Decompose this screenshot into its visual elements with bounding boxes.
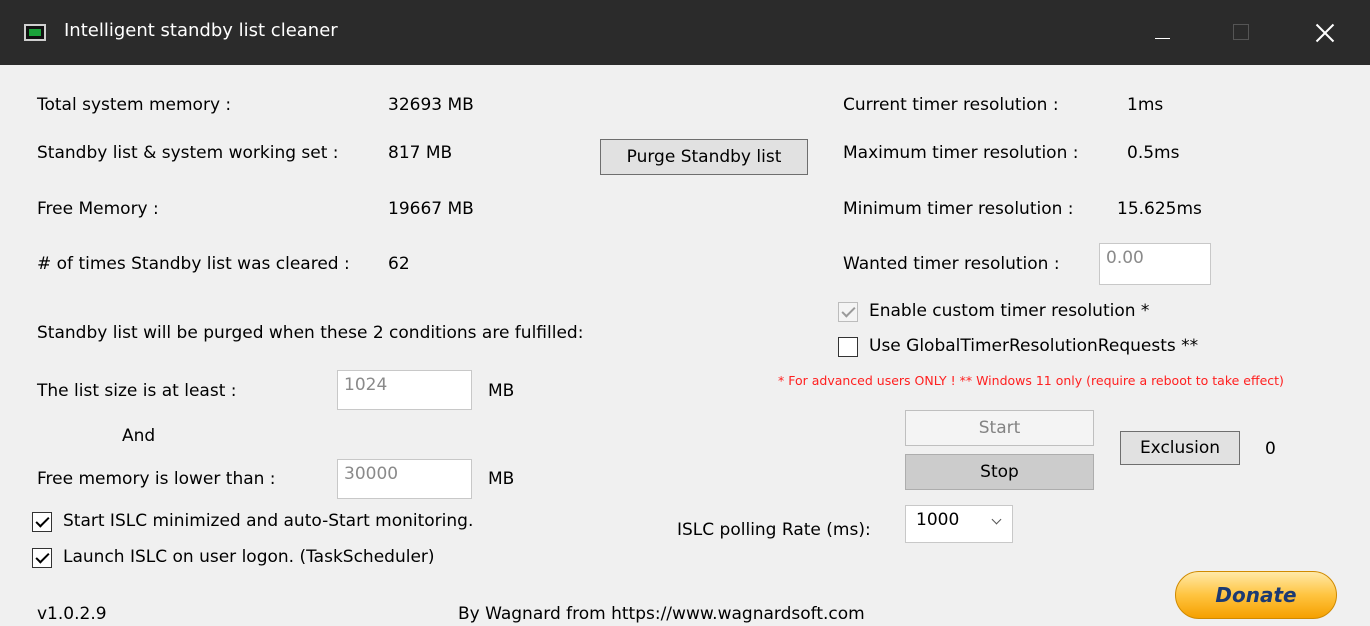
list-size-input[interactable]: 1024 bbox=[337, 370, 472, 410]
title-bar: Intelligent standby list cleaner bbox=[0, 0, 1370, 65]
start-minimized-checkbox[interactable] bbox=[32, 512, 52, 532]
polling-rate-select[interactable]: 1000 bbox=[905, 505, 1013, 543]
version-label: v1.0.2.9 bbox=[37, 604, 107, 624]
app-icon bbox=[24, 24, 46, 41]
times-cleared-label: # of times Standby list was cleared : bbox=[37, 254, 350, 274]
polling-rate-label: ISLC polling Rate (ms): bbox=[677, 520, 871, 540]
free-memory-threshold-input[interactable]: 30000 bbox=[337, 459, 472, 499]
free-memory-threshold-unit: MB bbox=[488, 469, 515, 489]
current-timer-value: 1ms bbox=[1127, 95, 1164, 115]
credit-label: By Wagnard from https://www.wagnardsoft.… bbox=[458, 604, 865, 624]
maximize-button bbox=[1211, 0, 1271, 65]
and-label: And bbox=[122, 426, 156, 446]
minimum-timer-value: 15.625ms bbox=[1117, 199, 1202, 219]
close-button[interactable] bbox=[1295, 0, 1355, 65]
free-memory-value: 19667 MB bbox=[388, 199, 474, 219]
exclusion-count: 0 bbox=[1265, 439, 1276, 459]
total-memory-label: Total system memory : bbox=[37, 95, 232, 115]
polling-rate-value: 1000 bbox=[916, 510, 960, 530]
list-size-label: The list size is at least : bbox=[37, 381, 237, 401]
current-timer-label: Current timer resolution : bbox=[843, 95, 1059, 115]
advanced-users-note: * For advanced users ONLY ! ** Windows 1… bbox=[778, 373, 1284, 388]
maximum-timer-value: 0.5ms bbox=[1127, 143, 1180, 163]
minimum-timer-label: Minimum timer resolution : bbox=[843, 199, 1074, 219]
purge-standby-button[interactable]: Purge Standby list bbox=[600, 139, 808, 175]
minimize-button[interactable] bbox=[1132, 0, 1192, 65]
global-timer-requests-checkbox[interactable] bbox=[838, 337, 858, 357]
free-memory-threshold-label: Free memory is lower than : bbox=[37, 469, 276, 489]
enable-custom-timer-label: Enable custom timer resolution * bbox=[869, 301, 1150, 321]
launch-on-logon-label: Launch ISLC on user logon. (TaskSchedule… bbox=[63, 547, 435, 567]
standby-list-value: 817 MB bbox=[388, 143, 453, 163]
standby-list-label: Standby list & system working set : bbox=[37, 143, 339, 163]
enable-custom-timer-checkbox[interactable] bbox=[838, 302, 858, 322]
free-memory-label: Free Memory : bbox=[37, 199, 159, 219]
launch-on-logon-checkbox[interactable] bbox=[32, 548, 52, 568]
global-timer-requests-label: Use GlobalTimerResolutionRequests ** bbox=[869, 336, 1199, 356]
start-minimized-label: Start ISLC minimized and auto-Start moni… bbox=[63, 511, 474, 531]
donate-button[interactable]: Donate bbox=[1175, 571, 1337, 619]
maximum-timer-label: Maximum timer resolution : bbox=[843, 143, 1079, 163]
window-title: Intelligent standby list cleaner bbox=[64, 20, 338, 41]
list-size-unit: MB bbox=[488, 381, 515, 401]
start-button[interactable]: Start bbox=[905, 410, 1094, 446]
chevron-down-icon bbox=[991, 514, 1002, 525]
wanted-timer-label: Wanted timer resolution : bbox=[843, 254, 1060, 274]
conditions-heading: Standby list will be purged when these 2… bbox=[37, 323, 584, 343]
stop-button[interactable]: Stop bbox=[905, 454, 1094, 490]
total-memory-value: 32693 MB bbox=[388, 95, 474, 115]
times-cleared-value: 62 bbox=[388, 254, 410, 274]
exclusion-button[interactable]: Exclusion bbox=[1120, 431, 1240, 465]
wanted-timer-input[interactable]: 0.00 bbox=[1099, 243, 1211, 285]
